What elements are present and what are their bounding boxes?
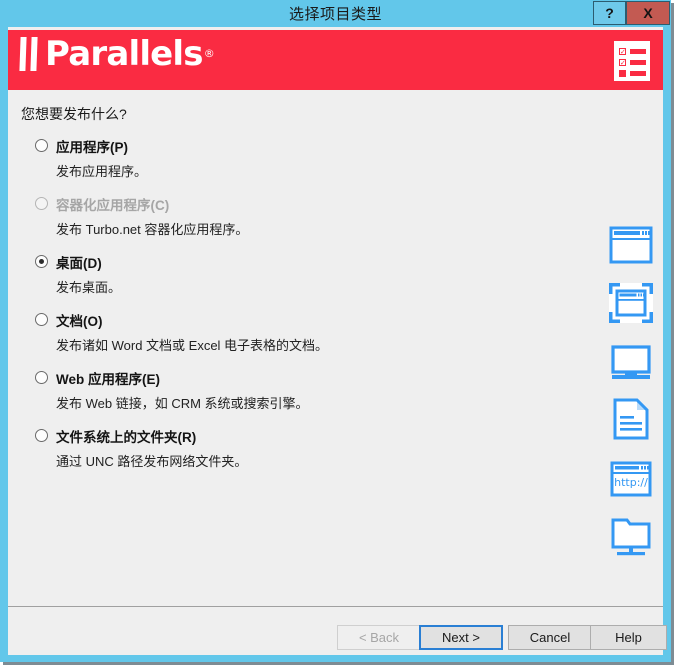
web-icon-url-text: http://	[614, 476, 648, 489]
help-button[interactable]: Help	[590, 625, 667, 650]
radio-desktop[interactable]	[35, 255, 48, 268]
registered-mark: ®	[203, 47, 215, 60]
titlebar-close-button[interactable]: X	[626, 1, 670, 25]
footer-bar: < Back Next > Cancel Help	[8, 607, 667, 655]
option-desktop-label: 桌面(D)	[56, 255, 102, 271]
radio-document[interactable]	[35, 313, 48, 326]
option-filesystem-folder[interactable]: 文件系统上的文件夹(R) 通过 UNC 路径发布网络文件夹。	[35, 426, 625, 470]
option-application[interactable]: 应用程序(P) 发布应用程序。	[35, 136, 625, 180]
option-document-description: 发布诸如 Word 文档或 Excel 电子表格的文档。	[56, 338, 329, 353]
logo-wordmark: Parallels	[45, 34, 204, 74]
option-web-application-description: 发布 Web 链接，如 CRM 系统或搜索引擎。	[56, 396, 309, 411]
option-document[interactable]: 文档(O) 发布诸如 Word 文档或 Excel 电子表格的文档。	[35, 310, 625, 354]
back-button[interactable]: < Back	[337, 625, 421, 650]
option-web-application[interactable]: Web 应用程序(E) 发布 Web 链接，如 CRM 系统或搜索引擎。	[35, 368, 625, 412]
window-title: 选择项目类型	[288, 6, 382, 23]
logo-bars-icon	[18, 37, 40, 71]
checklist-icon: ✓ ✓	[614, 41, 650, 81]
option-desktop-description: 发布桌面。	[56, 280, 122, 295]
option-filesystem-folder-description: 通过 UNC 路径发布网络文件夹。	[56, 454, 248, 469]
radio-web-application[interactable]	[35, 371, 48, 384]
option-containerized-application-label: 容器化应用程序(C)	[56, 197, 170, 213]
option-containerized-application: 容器化应用程序(C) 发布 Turbo.net 容器化应用程序。	[35, 194, 625, 238]
cancel-button[interactable]: Cancel	[508, 625, 592, 650]
next-button[interactable]: Next >	[419, 625, 503, 650]
brand-banner: Parallels ® ✓ ✓	[8, 30, 663, 90]
network-folder-icon	[608, 514, 654, 560]
radio-application[interactable]	[35, 139, 48, 152]
wizard-window: 选择项目类型 ? X Parallels ® ✓ ✓ 您想要发布什么? 应用程序…	[0, 0, 671, 662]
option-document-label: 文档(O)	[56, 313, 103, 329]
parallels-logo: Parallels ®	[18, 37, 215, 71]
option-filesystem-folder-label: 文件系统上的文件夹(R)	[56, 429, 197, 445]
option-desktop[interactable]: 桌面(D) 发布桌面。	[35, 252, 625, 296]
radio-containerized-application	[35, 197, 48, 210]
radio-filesystem-folder[interactable]	[35, 429, 48, 442]
option-application-label: 应用程序(P)	[56, 139, 128, 155]
titlebar-help-button[interactable]: ?	[593, 1, 626, 25]
option-application-description: 发布应用程序。	[56, 164, 148, 179]
option-web-application-label: Web 应用程序(E)	[56, 371, 160, 387]
page-question: 您想要发布什么?	[21, 106, 127, 122]
option-containerized-application-description: 发布 Turbo.net 容器化应用程序。	[56, 222, 249, 237]
content-area: 您想要发布什么? 应用程序(P) 发布应用程序。 容器化应用程序(C) 发布 T…	[8, 90, 663, 606]
title-bar: 选择项目类型 ? X	[0, 0, 671, 27]
